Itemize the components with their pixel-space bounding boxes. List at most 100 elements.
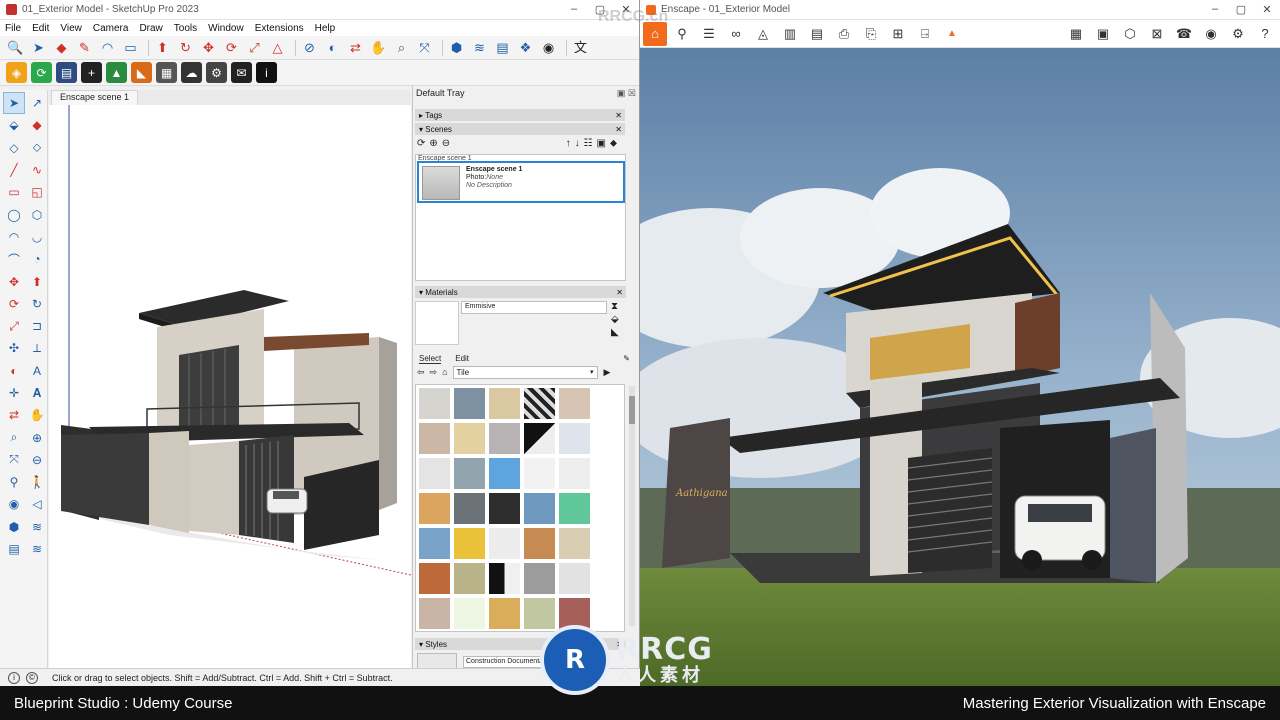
update-scene-icon[interactable]: ⟳ [417,138,425,149]
sketchup-3d-viewport[interactable] [49,105,411,668]
zoom-window-icon[interactable]: ⊕ [26,426,48,448]
material-swatch[interactable] [489,598,520,629]
swatch-scrollbar[interactable] [629,386,635,626]
home-icon[interactable]: ⌂ [442,367,447,377]
line-icon[interactable]: ╱ [3,159,25,181]
menu-extensions[interactable]: Extensions [255,23,304,34]
material-swatch[interactable] [454,388,485,419]
help-icon[interactable]: ? [1253,22,1277,46]
location-icon[interactable]: ⚲ [670,22,694,46]
menu-file[interactable]: File [5,23,21,34]
protractor-icon[interactable]: ◐ [323,38,342,57]
material-swatch[interactable] [524,423,555,454]
bim-icon[interactable]: ☰ [697,22,721,46]
enscape-material-icon[interactable]: ◣ [131,62,152,83]
scrollbar-thumb[interactable] [629,396,635,424]
material-swatch[interactable] [419,563,450,594]
tag-icon[interactable]: ◇ [3,137,25,159]
extension-warehouse-icon[interactable]: ≋ [26,516,48,538]
close-button[interactable]: ✕ [1254,3,1280,16]
vr-headset-icon[interactable]: ∞ [724,22,748,46]
warehouse-icon[interactable]: ⬢ [447,38,466,57]
dimension-icon[interactable]: ⟂ [26,337,48,359]
enscape-sync-icon[interactable]: ⟳ [31,62,52,83]
layers-icon[interactable]: ▤ [3,538,25,560]
asset-library-icon[interactable]: ◬ [751,22,775,46]
scenes-panel-header[interactable]: ▾ Scenes ✕ [415,123,625,135]
material-swatch[interactable] [489,458,520,489]
material-swatch[interactable] [419,598,450,629]
close-panel-icon[interactable]: ✕ [616,288,623,297]
enscape-mail-icon[interactable]: ✉ [231,62,252,83]
search-icon[interactable]: 🔍 [6,38,25,57]
close-panel-icon[interactable]: ✕ [615,125,622,134]
push-pull-icon[interactable]: ⬆ [26,270,48,292]
menu-view[interactable]: View [60,23,82,34]
move-icon[interactable]: ✥ [199,38,218,57]
enscape-start-icon[interactable]: ◈ [6,62,27,83]
enscape-info-icon[interactable]: i [256,62,277,83]
layers-icon[interactable]: ▤ [493,38,512,57]
polygon-icon[interactable]: ⬡ [26,203,48,225]
screenshot-icon[interactable]: ⎙ [832,22,856,46]
details-arrow-icon[interactable]: ▶ [604,367,611,378]
rotate-icon[interactable]: ⟳ [222,38,241,57]
scene-tab-enscape-scene-1[interactable]: Enscape scene 1 [51,90,139,105]
previous-view-icon[interactable]: ⊖ [26,449,48,471]
follow-me-icon[interactable]: ↻ [176,38,195,57]
extension-warehouse-icon[interactable]: ≋ [470,38,489,57]
offset-icon[interactable]: △ [268,38,287,57]
pencil-icon[interactable]: ✎ [75,38,94,57]
circle-icon[interactable]: ◯ [3,203,25,225]
menu-help[interactable]: Help [315,23,336,34]
material-swatch[interactable] [419,493,450,524]
text-tool-icon[interactable]: 文 [571,38,590,57]
clapboard-icon[interactable]: ▤ [805,22,829,46]
menu-camera[interactable]: Camera [93,23,129,34]
move-icon[interactable]: ✥ [3,270,25,292]
zoom-icon[interactable]: ⌕ [3,426,25,448]
maximize-button[interactable]: ▢ [1228,3,1254,16]
section-plane-icon[interactable]: ◁ [26,493,48,515]
exe-export-icon[interactable]: ⍈ [913,22,937,46]
tray-pin-icon[interactable]: ▣ ☒ [617,88,636,99]
scale-icon[interactable]: ⤢ [245,38,264,57]
material-swatch[interactable] [524,528,555,559]
materials-tab-select[interactable]: Select [419,354,442,364]
axes-icon[interactable]: ✛ [3,382,25,404]
rectangle-icon[interactable]: ▭ [121,38,140,57]
export-360-icon[interactable]: ⊞ [886,22,910,46]
material-swatch[interactable] [419,528,450,559]
eraser-icon[interactable]: ◆ [52,38,71,57]
material-swatch[interactable] [559,458,590,489]
scene-card[interactable]: Enscape scene 1 Photo:None No Descriptio… [417,161,625,203]
orbit-icon[interactable]: ⇄ [346,38,365,57]
3d-text-icon[interactable]: 𝐀 [26,382,48,404]
material-swatch[interactable] [454,528,485,559]
create-material-icon[interactable]: ⬙ [611,314,619,325]
material-swatch[interactable] [489,528,520,559]
material-swatch[interactable] [559,388,590,419]
material-swatch[interactable] [489,493,520,524]
material-swatch[interactable] [559,493,590,524]
map-icon[interactable]: ▦ [1064,22,1088,46]
enscape-views-icon[interactable]: ▤ [56,62,77,83]
enscape-render-viewport[interactable]: Aathigana [640,48,1280,686]
enscape-tree-icon[interactable]: ▲ [106,62,127,83]
push-pull-icon[interactable]: ⬆ [153,38,172,57]
details-icon[interactable]: ⬥ [610,138,617,149]
enscape-add-asset-icon[interactable]: + [81,62,102,83]
material-swatch[interactable] [489,563,520,594]
tape-measure-icon[interactable]: ⊘ [300,38,319,57]
buildings-icon[interactable]: ▥ [778,22,802,46]
default-material-icon[interactable]: ⧗ [611,301,619,312]
components-icon[interactable]: ≋ [26,538,48,560]
credits-icon[interactable]: © [26,671,38,684]
move-scene-down-icon[interactable]: ↓ [575,138,580,149]
rotated-rect-icon[interactable]: ◱ [26,181,48,203]
remove-scene-icon[interactable]: ⊖ [442,138,450,149]
material-name-field[interactable]: Emmisive [461,301,607,314]
minimize-button[interactable]: – [561,3,587,16]
material-swatch[interactable] [419,458,450,489]
scale-icon[interactable]: ⤢ [3,315,25,337]
